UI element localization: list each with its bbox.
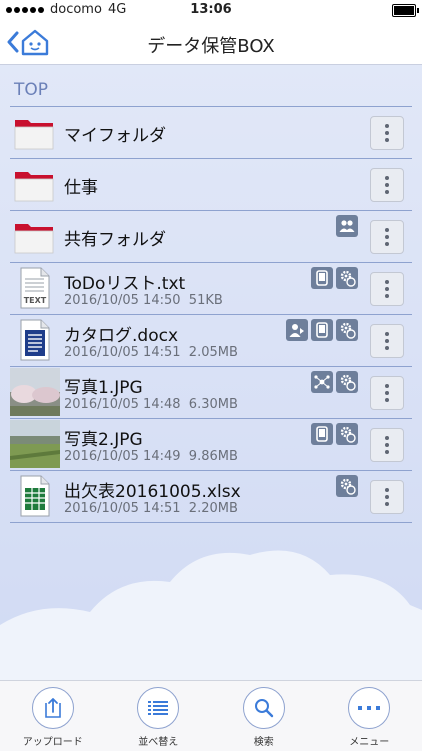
file-row[interactable]: 写真2.JPG 2016/10/05 14:49 9.86MB [10,418,412,470]
more-options-button[interactable] [370,272,404,306]
network-share-icon [311,371,333,393]
file-size: 2.20MB [189,501,238,516]
settings-icon [336,423,358,445]
tab-label: 検索 [211,733,317,748]
device-sync-icon [311,423,333,445]
file-date: 2016/10/05 14:48 [64,397,181,412]
text-icon-label: TEXT [24,296,47,305]
tab-label: 並べ替え [106,733,212,748]
file-date: 2016/10/05 14:51 [64,345,181,360]
file-name: 出欠表20161005.xlsx [64,477,241,502]
file-row[interactable]: 出欠表20161005.xlsx 2016/10/05 14:51 2.20MB [10,470,412,523]
battery-icon [392,4,416,17]
menu-icon [348,687,390,729]
more-options-button[interactable] [370,220,404,254]
page-title: データ保管BOX [0,32,422,58]
settings-icon [336,267,358,289]
more-options-button[interactable] [370,428,404,462]
file-row[interactable]: 写真1.JPG 2016/10/05 14:48 6.30MB [10,366,412,418]
photo-thumbnail [10,420,60,468]
file-date: 2016/10/05 14:49 [64,449,181,464]
device-sync-icon [311,267,333,289]
file-row[interactable]: TEXT ToDoリスト.txt 2016/10/05 14:50 51KB [10,262,412,314]
bottom-toolbar: アップロード 並べ替え 検索 メニュー [0,680,422,751]
folder-name: マイフォルダ [64,121,166,146]
tab-label: メニュー [317,733,422,748]
nav-bar: データ保管BOX [0,20,422,65]
file-name: カタログ.docx [64,321,178,346]
folder-icon [14,116,54,150]
tab-label: アップロード [0,733,106,748]
file-row[interactable]: カタログ.docx 2016/10/05 14:51 2.05MB [10,314,412,366]
search-icon [243,687,285,729]
folder-icon [14,168,54,202]
file-size: 9.86MB [189,449,238,464]
folder-name: 共有フォルダ [64,225,166,250]
folder-row[interactable]: マイフォルダ [10,106,412,158]
file-size: 6.30MB [189,397,238,412]
device-sync-icon [311,319,333,341]
shared-users-icon [336,215,358,237]
more-options-button[interactable] [370,168,404,202]
settings-icon [336,319,358,341]
settings-icon [336,371,358,393]
sort-icon [137,687,179,729]
settings-icon [336,475,358,497]
file-size: 2.05MB [189,345,238,360]
more-options-button[interactable] [370,376,404,410]
text-file-icon: TEXT [14,267,54,309]
upload-tab[interactable]: アップロード [0,681,106,751]
file-name: 写真2.JPG [64,425,143,450]
more-options-button[interactable] [370,324,404,358]
more-options-button[interactable] [370,480,404,514]
folder-icon [14,220,54,254]
menu-tab[interactable]: メニュー [317,681,422,751]
file-date: 2016/10/05 14:50 [64,293,181,308]
file-list: マイフォルダ 仕事 共有フォルダ TE [10,106,412,523]
file-name: 写真1.JPG [64,373,143,398]
excel-file-icon [14,475,54,517]
cloud-background [0,530,422,680]
search-tab[interactable]: 検索 [211,681,317,751]
share-user-icon [286,319,308,341]
upload-icon [32,687,74,729]
word-file-icon [14,319,54,361]
file-size: 51KB [189,293,223,308]
folder-row[interactable]: 共有フォルダ [10,210,412,262]
sort-tab[interactable]: 並べ替え [106,681,212,751]
section-header: TOP [14,80,48,100]
folder-row[interactable]: 仕事 [10,158,412,210]
file-date: 2016/10/05 14:51 [64,501,181,516]
clock: 13:06 [0,2,422,17]
folder-name: 仕事 [64,173,98,198]
more-options-button[interactable] [370,116,404,150]
file-name: ToDoリスト.txt [64,269,185,294]
status-bar: docomo 4G 13:06 [0,0,422,20]
photo-thumbnail [10,368,60,416]
